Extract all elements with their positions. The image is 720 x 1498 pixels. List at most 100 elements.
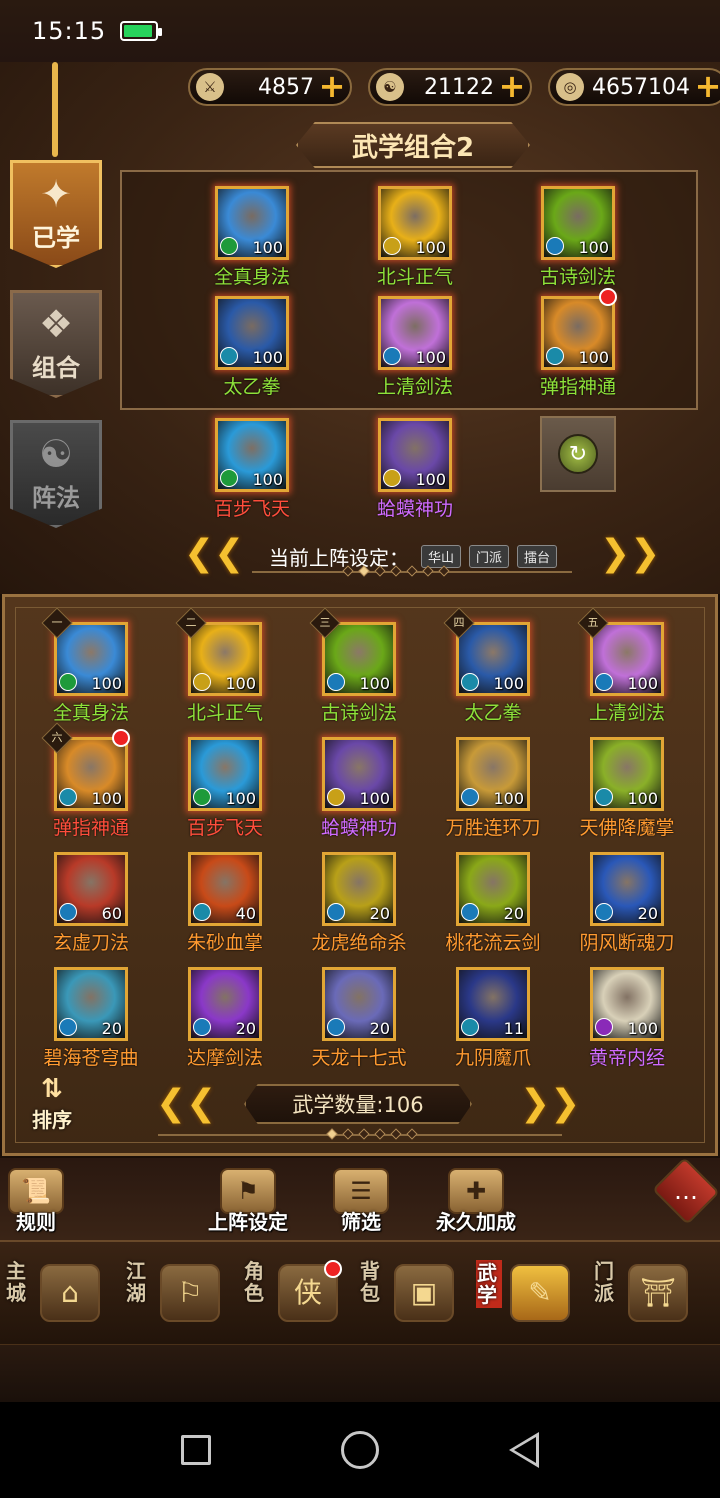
combo-slot[interactable]: 100 百步飞天 [187,418,317,521]
skill-level: 40 [235,904,256,923]
home-icon[interactable] [341,1431,379,1469]
skill-type-icon [461,1018,479,1036]
nav-item-icon: ✎ [510,1264,570,1322]
skill-icon: 100 [378,418,452,492]
skill-card[interactable]: 100 五上清剑法 [562,607,692,725]
skill-icon: 100 [541,186,615,260]
skill-card[interactable]: 20 天龙十七式 [294,967,424,1070]
permanent-bonus-button[interactable]: ✚ 永久加成 [428,1168,524,1235]
combo-next-arrow-icon[interactable]: ❯❯ [600,534,660,574]
add-silver-button[interactable]: + [694,70,720,102]
skill-card[interactable]: 100 四太乙拳 [428,607,558,725]
combo-slot[interactable]: 100 全真身法 [187,186,317,289]
skill-type-icon [595,788,613,806]
combo-slot[interactable]: 100 北斗正气 [350,186,480,289]
skill-card[interactable]: 20 碧海苍穹曲 [26,967,156,1070]
skill-card[interactable]: 20 达摩剑法 [160,967,290,1070]
skill-card[interactable]: 100 三古诗剑法 [294,607,424,725]
filter-button[interactable]: ☰ 筛选 [326,1168,396,1235]
skill-card[interactable]: 100 百步飞天 [160,737,290,840]
status-time: 15:15 [32,17,107,45]
nav-item[interactable]: ⛩ 门派 [590,1246,702,1338]
combo-slot[interactable]: 100 古诗剑法 [513,186,643,289]
collection-pager [326,1128,418,1140]
combo-slot[interactable]: 100 太乙拳 [187,296,317,399]
nav-item[interactable]: ✎ 武学 [472,1246,584,1338]
skill-type-icon [220,347,238,365]
skill-name: 古诗剑法 [320,702,397,724]
skill-card[interactable]: 100 二北斗正气 [160,607,290,725]
skill-level: 20 [369,904,390,923]
skill-card[interactable]: 60 玄虚刀法 [26,852,156,955]
skill-name: 弹指神通 [539,376,616,398]
permanent-bonus-label: 永久加成 [436,1210,516,1234]
skill-card[interactable]: 11 九阴魔爪 [428,967,558,1070]
skill-name: 上清剑法 [376,376,453,398]
skill-card[interactable]: 40 朱砂血掌 [160,852,290,955]
tab-formation[interactable]: ☯ 阵法 [10,420,102,528]
deploy-settings-label: 上阵设定 [208,1210,288,1234]
skill-level: 100 [91,789,122,808]
collection-prev-arrow-icon[interactable]: ❮❮ [156,1084,216,1124]
nav-item-label: 主城 [6,1259,26,1305]
skill-card[interactable]: 20 阴风断魂刀 [562,852,692,955]
currency-silver-value: 4657104 [592,74,690,100]
skill-name: 九阴魔爪 [454,1047,531,1069]
recent-apps-icon[interactable] [181,1435,211,1465]
combo-slot[interactable]: 100 上清剑法 [350,296,480,399]
combo-pager [342,565,450,577]
tab-combination[interactable]: ❖ 组合 [10,290,102,398]
combo-slot[interactable]: 100 弹指神通 [513,288,643,399]
sort-button[interactable]: ⇅ 排序 [20,1074,84,1140]
deploy-settings-button[interactable]: ⚑ 上阵设定 [198,1168,298,1235]
nav-item[interactable]: ▣ 背包 [356,1246,468,1338]
skill-type-icon [327,788,345,806]
skill-level: 100 [627,674,658,693]
combo-slot[interactable]: 100 蛤蟆神功 [350,418,480,521]
skill-name: 碧海苍穹曲 [43,1047,139,1069]
taiji-coin-icon: ☯ [376,73,404,101]
skill-icon: 11 [456,967,530,1041]
skill-type-icon [461,788,479,806]
skill-card[interactable]: 100 黄帝内经 [562,967,692,1070]
skill-card[interactable]: 100 一全真身法 [26,607,156,725]
formation-tag-sect[interactable]: 门派 [468,544,509,568]
skill-card[interactable]: 100 六弹指神通 [26,722,156,840]
empty-combo-slot[interactable]: ↻ [540,416,616,492]
skill-name: 万胜连环刀 [445,817,541,839]
collection-next-arrow-icon[interactable]: ❯❯ [520,1084,580,1124]
rules-button[interactable]: 📜 规则 [2,1168,70,1235]
skill-name: 太乙拳 [464,702,522,724]
nav-item-label: 门派 [594,1259,614,1305]
currency-coin-value: 21122 [424,74,494,100]
nav-item[interactable]: ⚐ 江湖 [122,1246,234,1338]
add-coin-button[interactable]: + [498,70,526,102]
skill-card[interactable]: 20 桃花流云剑 [428,852,558,955]
silver-coin-icon: ◎ [556,73,584,101]
skill-icon: 100 [456,737,530,811]
skill-name: 天佛降魔掌 [579,817,675,839]
skill-icon: 60 [54,852,128,926]
combo-prev-arrow-icon[interactable]: ❮❮ [184,534,244,574]
skill-card[interactable]: 100 蛤蟆神功 [294,737,424,840]
add-energy-button[interactable]: + [318,70,346,102]
formation-tag-arena[interactable]: 擂台 [517,544,558,568]
nav-item[interactable]: ⌂ 主城 [2,1246,114,1338]
nav-item-icon: ⛩ [628,1264,688,1322]
skill-type-icon [383,347,401,365]
nav-item[interactable]: 侠角色 [240,1246,352,1338]
skill-card[interactable]: 20 龙虎绝命杀 [294,852,424,955]
skill-name: 阴风断魂刀 [579,932,675,954]
currency-silver: ◎ 4657104 + [548,68,720,106]
formation-tag-huashan[interactable]: 华山 [420,544,461,568]
back-icon[interactable] [509,1432,539,1468]
skill-type-icon [220,237,238,255]
skill-name: 龙虎绝命杀 [311,932,407,954]
chat-button[interactable]: … [652,1157,720,1225]
skill-type-icon [59,673,77,691]
skill-card[interactable]: 100 天佛降魔掌 [562,737,692,840]
skill-card[interactable]: 100 万胜连环刀 [428,737,558,840]
skill-level: 100 [91,674,122,693]
nav-item-icon: ⚐ [160,1264,220,1322]
tab-learned[interactable]: ✦ 已学 [10,160,102,268]
